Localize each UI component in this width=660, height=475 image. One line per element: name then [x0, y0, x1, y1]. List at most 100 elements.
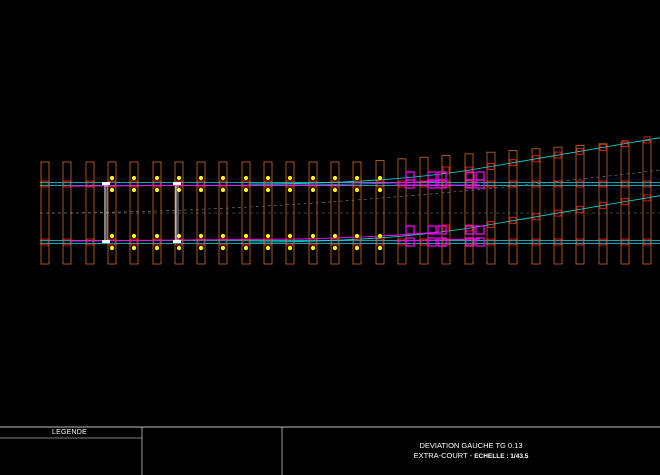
rail-pad — [197, 180, 205, 188]
fastener-icon — [332, 233, 338, 239]
fastener-icon — [287, 245, 293, 251]
rail-pad — [487, 238, 495, 246]
switch-blade — [69, 231, 441, 242]
fastener-icon — [243, 187, 249, 193]
rail-pad — [353, 238, 361, 246]
sleeper — [419, 156, 429, 265]
tie-bars — [102, 182, 181, 243]
rail-brace-icon — [102, 240, 110, 243]
rail-brace-icon — [173, 240, 181, 243]
fastener-icon — [131, 245, 137, 251]
fastener-icon — [154, 233, 160, 239]
rail-pad — [643, 238, 651, 246]
fastener-icon — [243, 233, 249, 239]
rail-pad — [621, 180, 629, 188]
drawing-title: DEVIATION GAUCHE TG 0.13 — [419, 441, 523, 450]
rail-pad — [86, 238, 94, 246]
fastener-icon — [354, 187, 360, 193]
sleeper — [397, 158, 407, 265]
rail-pad — [576, 180, 584, 188]
fastener-icon — [354, 245, 360, 251]
fastener-icon — [176, 175, 182, 181]
fastener-icon — [287, 187, 293, 193]
fastener-icon — [354, 175, 360, 181]
sleeper — [575, 145, 585, 265]
drawing-subtitle: EXTRA-COURT - ECHELLE : 1/43.5 — [386, 451, 556, 460]
rail-pad — [532, 238, 540, 246]
fastener-icon — [198, 233, 204, 239]
fastener-icon — [287, 175, 293, 181]
rail-pad — [376, 238, 384, 246]
rail-pad — [487, 180, 495, 188]
fastener-icon — [310, 245, 316, 251]
rail-pad — [643, 180, 651, 188]
fastener-icon — [198, 245, 204, 251]
rail-pad — [398, 238, 406, 246]
sleeper — [642, 140, 652, 265]
fastener-icon — [243, 245, 249, 251]
rail-pad — [309, 180, 317, 188]
slide-chair — [475, 171, 485, 181]
rail-pad — [41, 180, 49, 188]
fastener-icon — [131, 187, 137, 193]
rail-pad — [621, 238, 629, 246]
rail-pad — [219, 180, 227, 188]
fastener-icon — [131, 233, 137, 239]
rail-brace-icon — [173, 182, 181, 185]
fastener-icon — [265, 245, 271, 251]
rail-pad — [509, 238, 517, 246]
rail-brace-icon — [102, 182, 110, 185]
turnout-drawing — [0, 136, 660, 475]
fastener-icon — [310, 233, 316, 239]
fastener-icon — [176, 187, 182, 193]
fastener-icon — [220, 175, 226, 181]
rail-pad — [41, 238, 49, 246]
rail-pad — [309, 238, 317, 246]
slide-chair — [405, 225, 415, 235]
rail-pad — [532, 180, 540, 188]
rail-pad — [153, 180, 161, 188]
fastener-icon — [243, 175, 249, 181]
fastener-icon — [354, 233, 360, 239]
rail-pad — [599, 238, 607, 246]
subtitle-prefix: EXTRA-COURT - — [413, 451, 475, 460]
rail-pad — [63, 238, 71, 246]
fastener-icon — [265, 175, 271, 181]
sleeper — [531, 148, 541, 265]
slide-chair — [405, 171, 415, 181]
slide-chair — [427, 171, 437, 181]
sleepers — [40, 140, 652, 265]
fastener-icon — [220, 233, 226, 239]
fastener-icon — [154, 245, 160, 251]
rail-pad — [63, 180, 71, 188]
fastener-icon — [265, 187, 271, 193]
fastener-icon — [176, 233, 182, 239]
fastener-icon — [131, 175, 137, 181]
fastener-icon — [377, 175, 383, 181]
fastener-icon — [198, 187, 204, 193]
fastener-icon — [332, 245, 338, 251]
sleeper — [508, 150, 518, 265]
title-block — [0, 427, 660, 475]
fastener-icon — [176, 245, 182, 251]
rail-pad — [576, 238, 584, 246]
fastener-icon — [220, 245, 226, 251]
fastener-icon — [310, 187, 316, 193]
slide-chair — [475, 225, 485, 235]
slide-chair — [427, 237, 437, 247]
fastener-icon — [377, 233, 383, 239]
rail-pad — [465, 180, 473, 188]
rail-pad — [398, 180, 406, 188]
fastener-icon — [265, 233, 271, 239]
fastener-icon — [332, 175, 338, 181]
fastener-icon — [220, 187, 226, 193]
rail-pad — [465, 238, 473, 246]
legend-title: LEGENDE — [52, 429, 87, 436]
fastener-icon — [154, 175, 160, 181]
fastener-icon — [109, 187, 115, 193]
fastener-icon — [109, 175, 115, 181]
fastener-icon — [287, 233, 293, 239]
fastener-icon — [109, 245, 115, 251]
rail-pad — [376, 180, 384, 188]
fastener-icon — [377, 187, 383, 193]
